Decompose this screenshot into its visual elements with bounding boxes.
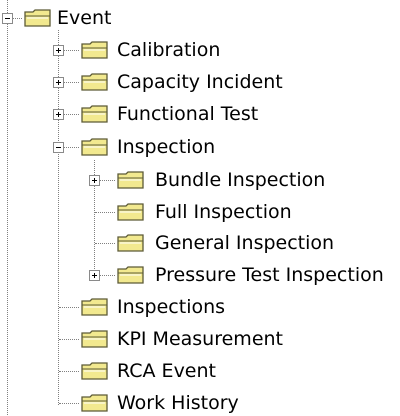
folder-icon xyxy=(117,171,144,189)
plus-box-icon[interactable] xyxy=(53,109,64,120)
tree-connector xyxy=(95,243,115,244)
tree-node-label: General Inspection xyxy=(155,232,335,254)
tree-node-label: Work History xyxy=(117,392,239,414)
minus-box-icon[interactable] xyxy=(53,142,64,153)
folder-icon xyxy=(81,105,108,123)
tree-node-label: Calibration xyxy=(117,39,221,61)
folder-icon xyxy=(81,41,108,59)
tree-node-label: Pressure Test Inspection xyxy=(155,264,384,286)
tree-node-label: Bundle Inspection xyxy=(155,169,326,191)
tree-node-label: Inspection xyxy=(117,136,216,158)
plus-box-icon[interactable] xyxy=(53,45,64,56)
tree-node-label: Inspections xyxy=(117,296,226,318)
plus-box-icon[interactable] xyxy=(53,77,64,88)
folder-icon xyxy=(81,73,108,91)
minus-box-icon[interactable] xyxy=(2,13,13,24)
folder-icon xyxy=(117,203,144,221)
folder-icon xyxy=(81,362,108,380)
folder-icon xyxy=(81,330,108,348)
tree-node-label: Capacity Incident xyxy=(117,71,283,93)
tree-guide-outer xyxy=(7,0,8,415)
tree-node-label: RCA Event xyxy=(117,360,216,382)
folder-icon xyxy=(117,234,144,252)
folder-icon xyxy=(81,138,108,156)
tree-node-label: Event xyxy=(57,7,112,29)
plus-box-icon[interactable] xyxy=(89,175,100,186)
folder-icon xyxy=(81,394,108,412)
tree-connector xyxy=(95,212,115,213)
folder-icon xyxy=(81,298,108,316)
tree-connector xyxy=(59,339,79,340)
tree-node-label: Functional Test xyxy=(117,103,259,125)
tree-connector xyxy=(59,307,79,308)
folder-icon xyxy=(24,9,51,27)
folder-icon xyxy=(117,266,144,284)
tree-connector xyxy=(59,403,79,404)
plus-box-icon[interactable] xyxy=(89,270,100,281)
tree-node-label: KPI Measurement xyxy=(117,328,283,350)
tree-connector xyxy=(59,371,79,372)
tree-node-label: Full Inspection xyxy=(155,201,292,223)
